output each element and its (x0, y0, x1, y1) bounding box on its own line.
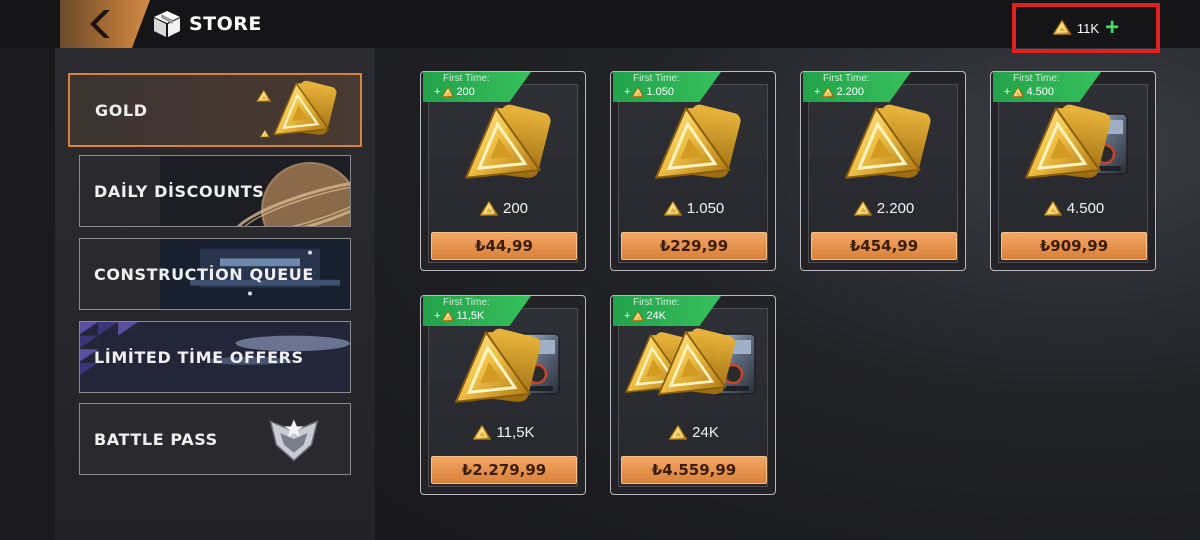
bonus-plus: + (814, 86, 821, 98)
first-time-label: First Time: (443, 297, 490, 308)
gold-icon (853, 200, 872, 216)
sidebar-item-gold[interactable]: GOLD (68, 73, 362, 147)
currency-value: 11K (1076, 20, 1100, 36)
gold-icon (632, 86, 645, 97)
bonus-plus: + (434, 310, 441, 322)
sidebar-item-battle-pass[interactable]: BATTLE PASS (79, 403, 351, 475)
first-time-label: First Time: (443, 73, 490, 84)
amount-value: 1.050 (686, 200, 725, 217)
bonus-amount: + 24K (624, 310, 666, 322)
offer-amount: 200 (421, 200, 587, 217)
offer-amount: 2.200 (801, 200, 967, 217)
first-time-label: First Time: (1013, 73, 1060, 84)
bonus-value: 1.050 (646, 86, 674, 98)
bonus-value: 2.200 (836, 86, 864, 98)
gold-offer-card[interactable]: First Time: + 24K 24K ₺4.559,99 (610, 295, 776, 495)
sidebar-item-label: DAİLY DİSCOUNTS (94, 181, 265, 201)
sidebar-item-label: BATTLE PASS (94, 429, 218, 449)
add-currency-button[interactable]: + (1105, 16, 1119, 40)
buy-button[interactable]: ₺454,99 (811, 232, 957, 260)
bonus-plus: + (434, 86, 441, 98)
offer-amount: 11,5K (421, 424, 587, 441)
gold-cards-crate-icon (447, 325, 561, 405)
buy-button[interactable]: ₺2.279,99 (431, 456, 577, 484)
gold-icon (1043, 200, 1062, 216)
amount-value: 2.200 (876, 200, 915, 217)
gold-offer-card[interactable]: First Time: + 4.500 4.500 ₺909,99 (990, 71, 1156, 271)
bonus-plus: + (624, 86, 631, 98)
bonus-value: 24K (646, 310, 667, 322)
buy-button[interactable]: ₺909,99 (1001, 232, 1147, 260)
sidebar-item-limited-time-offers[interactable]: LİMİTED TİME OFFERS (79, 321, 351, 393)
gold-icon (473, 424, 492, 440)
bonus-plus: + (624, 310, 631, 322)
gold-icon (442, 310, 455, 321)
sidebar-item-label: CONSTRUCTİON QUEUE (94, 264, 314, 284)
first-time-label: First Time: (633, 73, 680, 84)
page-title: STORE (153, 9, 262, 39)
gold-cards-icon (457, 101, 554, 181)
gold-cards-icon (837, 101, 934, 181)
offer-amount: 1.050 (611, 200, 777, 217)
store-title-text: STORE (189, 13, 262, 35)
sidebar-item-daily-discounts[interactable]: DAİLY DİSCOUNTS (79, 155, 351, 227)
gold-cards-crate-icon (1017, 101, 1129, 181)
gold-cards-double-crate-icon (619, 325, 757, 397)
bonus-value: 200 (456, 86, 475, 98)
gold-icon (1052, 20, 1071, 35)
bonus-plus: + (1004, 86, 1011, 98)
buy-button[interactable]: ₺4.559,99 (621, 456, 767, 484)
bonus-value: 11,5K (456, 310, 485, 322)
gold-offer-card[interactable]: First Time: + 11,5K 11,5K ₺2.279,99 (420, 295, 586, 495)
amount-value: 4.500 (1066, 200, 1105, 217)
offer-amount: 4.500 (991, 200, 1157, 217)
currency-display: 11K + (1012, 3, 1160, 53)
bonus-amount: + 1.050 (624, 86, 674, 98)
bonus-amount: + 4.500 (1004, 86, 1054, 98)
amount-value: 24K (692, 424, 719, 441)
gold-cards-icon (256, 78, 339, 138)
chevron-left-icon (90, 10, 110, 38)
offer-amount: 24K (611, 424, 777, 441)
gold-offer-card[interactable]: First Time: + 2.200 2.200 ₺454,99 (800, 71, 966, 271)
gold-icon (1012, 86, 1025, 97)
gold-icon (822, 86, 835, 97)
sidebar-item-label: GOLD (95, 100, 148, 120)
box-icon (154, 11, 180, 37)
sidebar-item-label: LİMİTED TİME OFFERS (94, 347, 304, 367)
amount-value: 200 (502, 200, 529, 217)
gold-icon (632, 310, 645, 321)
gold-icon (479, 200, 498, 216)
buy-button[interactable]: ₺229,99 (621, 232, 767, 260)
first-time-label: First Time: (633, 297, 680, 308)
buy-button[interactable]: ₺44,99 (431, 232, 577, 260)
gold-cards-icon (647, 101, 744, 181)
bonus-amount: + 2.200 (814, 86, 864, 98)
bonus-amount: + 200 (434, 86, 475, 98)
first-time-label: First Time: (823, 73, 870, 84)
bonus-value: 4.500 (1026, 86, 1054, 98)
gold-offer-card[interactable]: First Time: + 1.050 1.050 ₺229,99 (610, 71, 776, 271)
gold-icon (663, 200, 682, 216)
gold-offer-card[interactable]: First Time: + 200 200 ₺44,99 (420, 71, 586, 271)
amount-value: 11,5K (496, 424, 535, 441)
gold-icon (442, 86, 455, 97)
bonus-amount: + 11,5K (434, 310, 484, 322)
sidebar-item-construction-queue[interactable]: CONSTRUCTİON QUEUE (79, 238, 351, 310)
gold-icon (669, 424, 688, 440)
